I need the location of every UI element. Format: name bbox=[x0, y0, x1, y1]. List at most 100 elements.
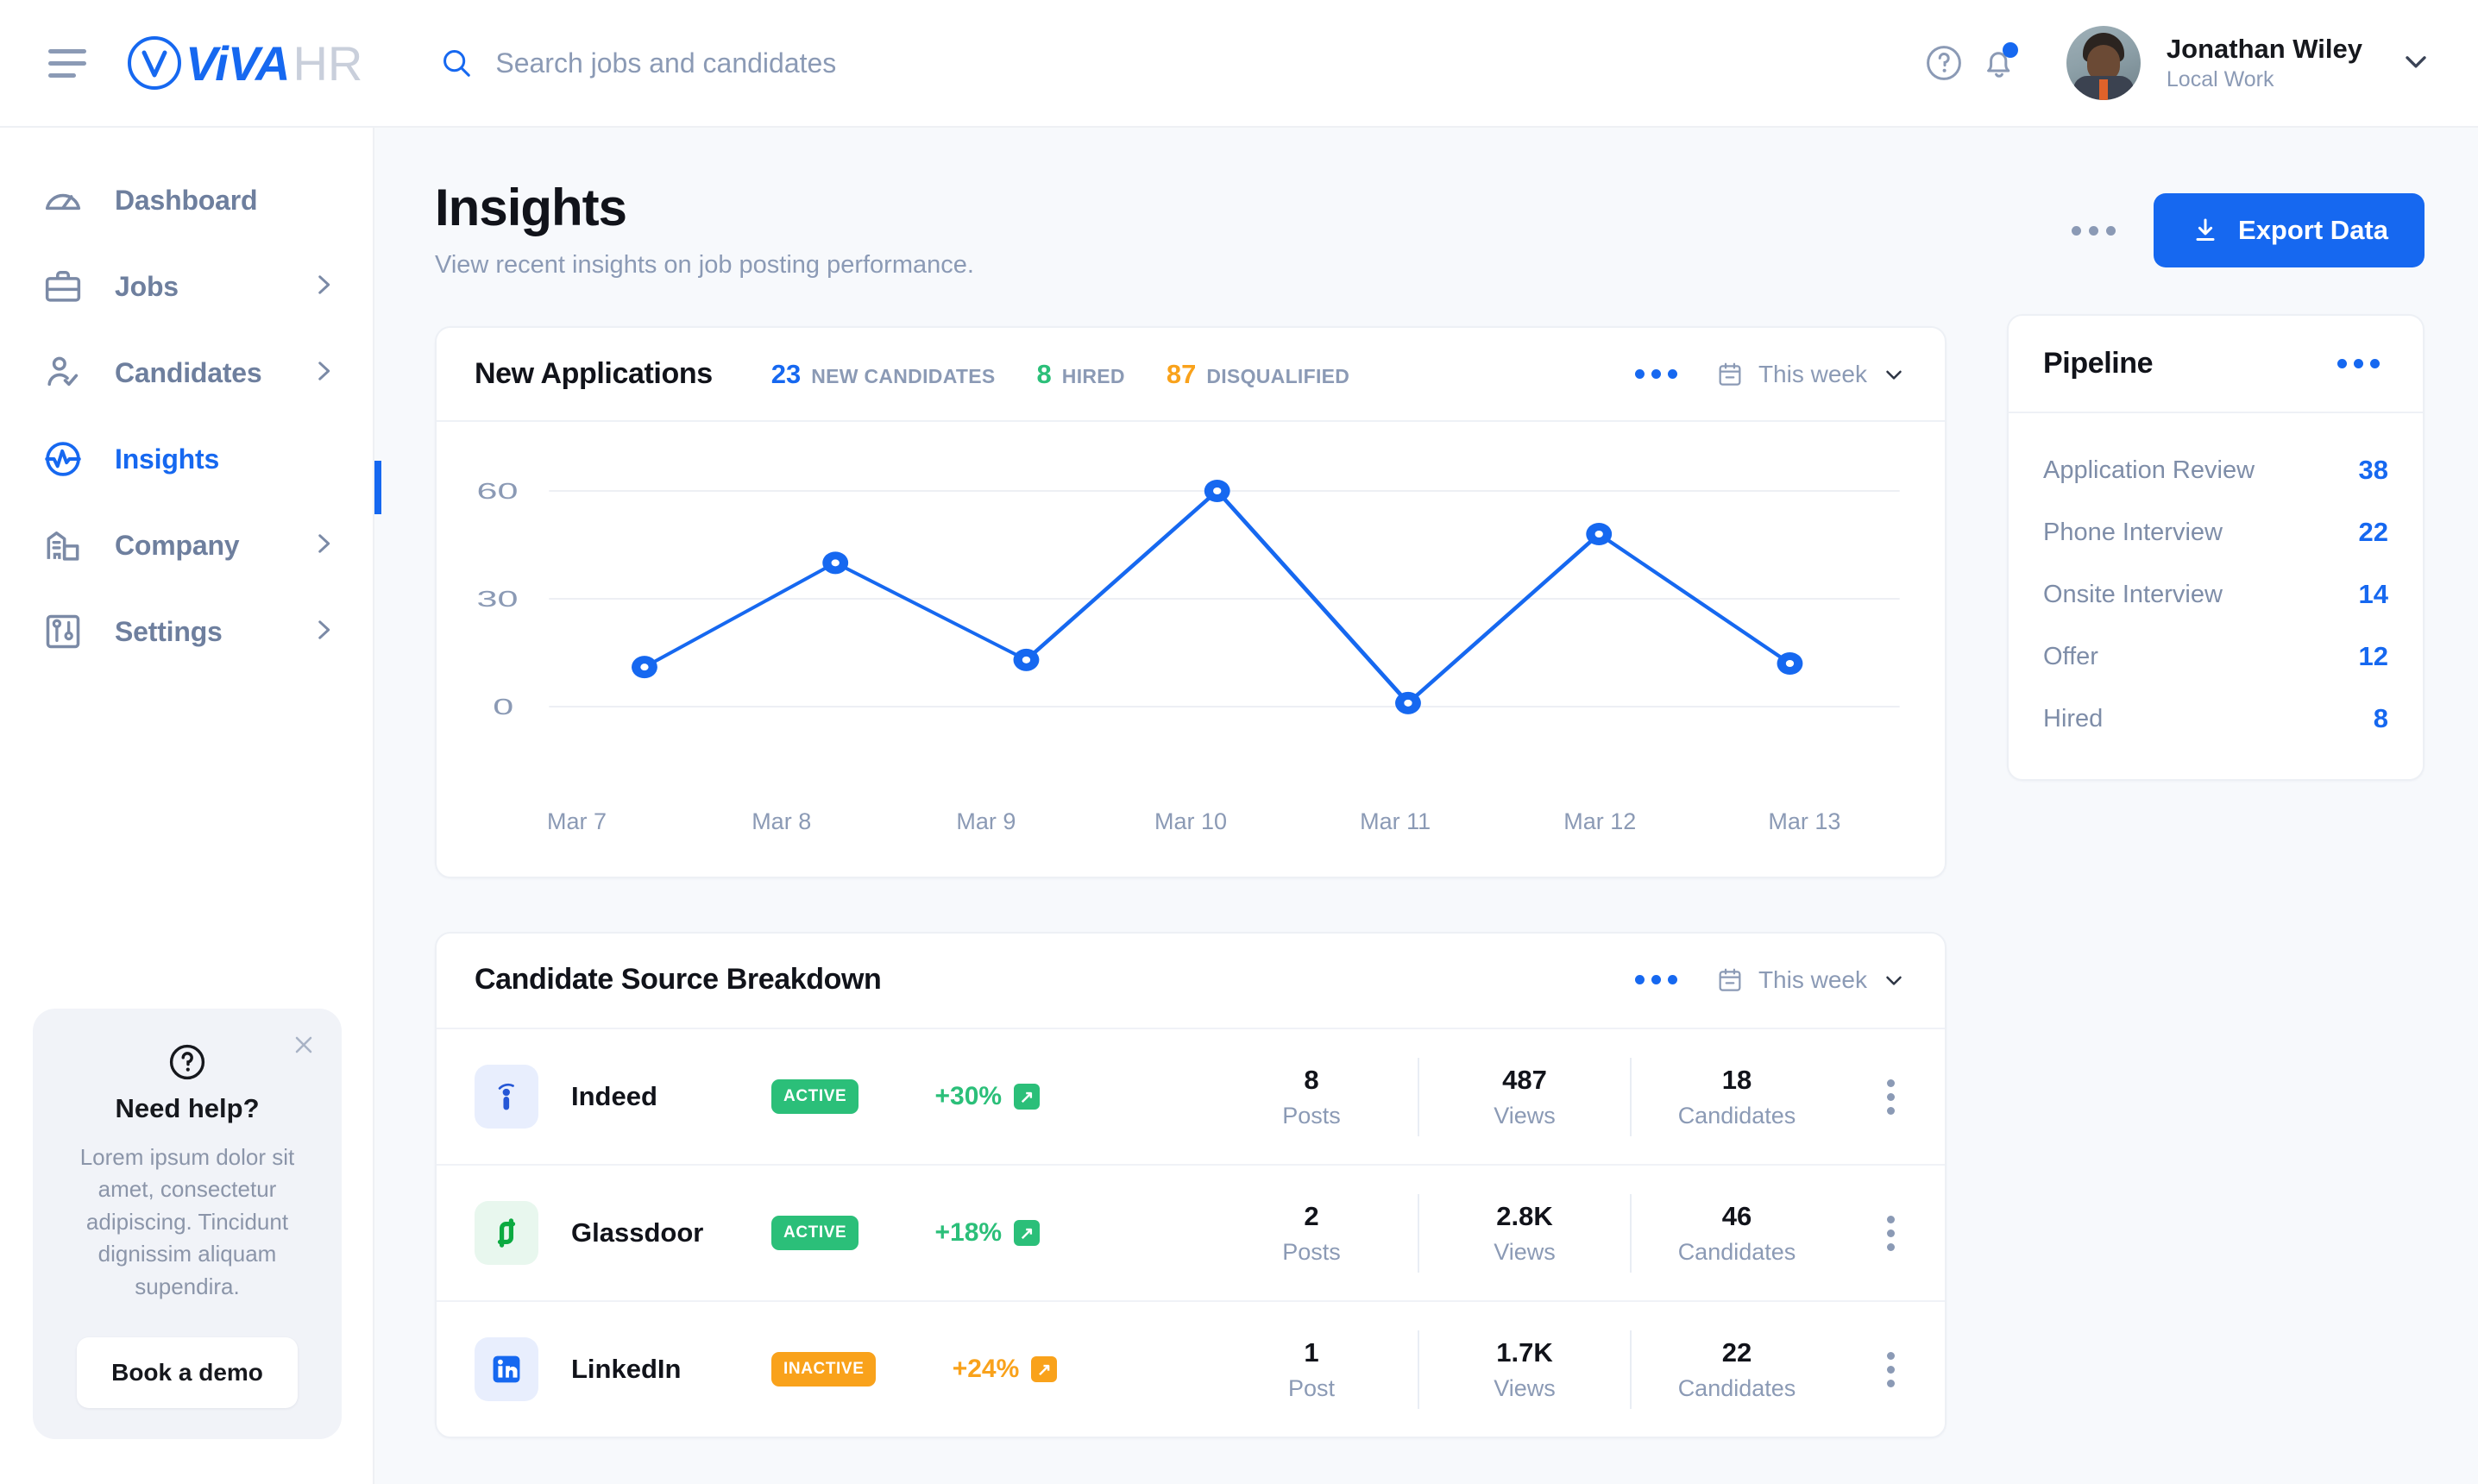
main-content: Insights View recent insights on job pos… bbox=[374, 128, 2478, 1484]
metric-label: Views bbox=[1419, 1375, 1630, 1402]
download-icon bbox=[2190, 215, 2221, 246]
metric-value: 2.8K bbox=[1419, 1201, 1630, 1232]
user-check-icon bbox=[41, 351, 85, 394]
pipeline-row-value: 22 bbox=[2359, 517, 2388, 548]
table-row[interactable]: Indeed ACTIVE +30% ↗ 8 Posts bbox=[437, 1028, 1945, 1164]
source-breakdown-header: Candidate Source Breakdown bbox=[437, 934, 1945, 1028]
chevron-down-icon bbox=[1881, 967, 1907, 993]
search-input[interactable] bbox=[495, 47, 1272, 79]
chevron-right-icon[interactable] bbox=[309, 270, 338, 304]
more-vertical-icon[interactable] bbox=[1875, 1343, 1907, 1396]
metric-value: 1 bbox=[1205, 1337, 1418, 1368]
chart-x-axis: Mar 7Mar 8Mar 9Mar 10Mar 11Mar 12Mar 13 bbox=[475, 808, 1907, 847]
svg-text:30: 30 bbox=[477, 587, 519, 612]
user-org: Local Work bbox=[2167, 67, 2362, 92]
search-icon bbox=[440, 47, 473, 79]
chevron-right-icon[interactable] bbox=[309, 529, 338, 563]
kpi-hired: 8 HIRED bbox=[1037, 359, 1125, 390]
building-icon bbox=[41, 524, 85, 567]
sidebar-item-settings[interactable]: Settings bbox=[0, 588, 373, 675]
more-vertical-icon[interactable] bbox=[1875, 1071, 1907, 1123]
trend-label: +18% bbox=[934, 1218, 1002, 1248]
pipeline-row[interactable]: Phone Interview22 bbox=[2043, 501, 2388, 563]
sidebar-item-company[interactable]: Company bbox=[0, 502, 373, 588]
chevron-right-icon[interactable] bbox=[309, 356, 338, 390]
hamburger-menu-icon[interactable] bbox=[48, 49, 86, 78]
kpi-value: 23 bbox=[771, 359, 801, 390]
main-right-column: Export Data Pipeline Application Review3… bbox=[2007, 178, 2425, 1484]
sidebar-item-dashboard[interactable]: Dashboard bbox=[0, 157, 373, 243]
metric-label: Views bbox=[1419, 1103, 1630, 1129]
chevron-right-icon[interactable] bbox=[309, 615, 338, 649]
global-search[interactable] bbox=[440, 47, 1916, 79]
active-page-indicator bbox=[374, 461, 381, 514]
top-bar: ViVA HR bbox=[0, 0, 2478, 128]
avatar[interactable] bbox=[2066, 26, 2141, 100]
arrow-up-right-icon: ↗ bbox=[1014, 1220, 1040, 1246]
chart-x-tick-label: Mar 10 bbox=[1088, 808, 1292, 835]
brand-logo[interactable]: ViVA HR bbox=[127, 35, 362, 91]
pipeline-row-value: 8 bbox=[2374, 703, 2388, 734]
metric-label: Posts bbox=[1205, 1103, 1418, 1129]
pipeline-row[interactable]: Application Review38 bbox=[2043, 439, 2388, 501]
help-card-body: Lorem ipsum dolor sit amet, consectetur … bbox=[59, 1141, 316, 1303]
table-row[interactable]: LinkedIn INACTIVE +24% ↗ 1 Post bbox=[437, 1300, 1945, 1437]
pipeline-card: Pipeline Application Review38Phone Inter… bbox=[2007, 314, 2425, 781]
candidate-source-breakdown-card: Candidate Source Breakdown bbox=[435, 932, 1947, 1438]
line-chart: 60 30 0 bbox=[475, 456, 1907, 795]
chevron-down-icon[interactable] bbox=[2399, 44, 2433, 83]
date-range-picker[interactable]: This week bbox=[1715, 965, 1907, 995]
chart-x-tick-label: Mar 9 bbox=[884, 808, 1088, 835]
page-subtitle: View recent insights on job posting perf… bbox=[435, 251, 974, 280]
date-range-picker[interactable]: This week bbox=[1715, 360, 1907, 389]
sidebar-item-insights[interactable]: Insights bbox=[0, 416, 373, 502]
sidebar-item-label: Settings bbox=[115, 616, 223, 648]
trend-value: +24% ↗ bbox=[905, 1355, 1104, 1384]
chevron-down-icon bbox=[1881, 362, 1907, 387]
row-metrics: 8 Posts 487 Views 18 Candidates bbox=[1205, 1058, 1842, 1136]
more-horizontal-icon[interactable] bbox=[2329, 347, 2388, 380]
pipeline-row[interactable]: Onsite Interview14 bbox=[2043, 563, 2388, 626]
kpi-value: 87 bbox=[1167, 359, 1196, 390]
metric-value: 46 bbox=[1632, 1201, 1842, 1232]
page-title: Insights bbox=[435, 178, 974, 237]
metric-views: 2.8K Views bbox=[1418, 1194, 1630, 1273]
pipeline-row-value: 12 bbox=[2359, 641, 2388, 672]
source-breakdown-tools: This week bbox=[1626, 963, 1907, 997]
chart-point-center bbox=[832, 559, 840, 566]
pipeline-row[interactable]: Hired8 bbox=[2043, 688, 2388, 750]
calendar-icon bbox=[1715, 360, 1745, 389]
source-name: LinkedIn bbox=[571, 1354, 771, 1385]
row-metrics: 2 Posts 2.8K Views 46 Candidates bbox=[1205, 1194, 1842, 1273]
bell-icon[interactable] bbox=[1972, 35, 2027, 91]
sidebar-item-label: Insights bbox=[115, 443, 219, 475]
kpi-label: HIRED bbox=[1062, 365, 1125, 388]
chart-series-line bbox=[645, 491, 1790, 703]
svg-text:0: 0 bbox=[493, 695, 513, 720]
metric-views: 487 Views bbox=[1418, 1058, 1630, 1136]
help-circle-icon[interactable] bbox=[1916, 35, 1972, 91]
sidebar-item-candidates[interactable]: Candidates bbox=[0, 330, 373, 416]
card-title: Pipeline bbox=[2043, 347, 2153, 380]
new-applications-card: New Applications 23 NEW CANDIDATES 8 HIR… bbox=[435, 326, 1947, 878]
arrow-up-right-icon: ↗ bbox=[1014, 1084, 1040, 1110]
table-row[interactable]: Glassdoor ACTIVE +18% ↗ 2 Posts bbox=[437, 1164, 1945, 1300]
metric-value: 487 bbox=[1419, 1065, 1630, 1096]
export-data-button[interactable]: Export Data bbox=[2154, 193, 2425, 267]
close-icon[interactable] bbox=[290, 1031, 318, 1063]
chart-y-ticks: 60 30 0 bbox=[477, 479, 519, 720]
chart-point-center bbox=[1786, 660, 1794, 667]
more-horizontal-icon[interactable] bbox=[1626, 963, 1686, 997]
export-data-label: Export Data bbox=[2238, 215, 2388, 246]
chart-x-tick-label: Mar 8 bbox=[679, 808, 884, 835]
status-badge: INACTIVE bbox=[771, 1352, 876, 1387]
sidebar-item-jobs[interactable]: Jobs bbox=[0, 243, 373, 330]
more-vertical-icon[interactable] bbox=[1875, 1207, 1907, 1260]
book-a-demo-button[interactable]: Book a demo bbox=[77, 1337, 298, 1408]
more-horizontal-icon[interactable] bbox=[2063, 214, 2124, 248]
user-info[interactable]: Jonathan Wiley Local Work bbox=[2167, 34, 2362, 93]
linkedin-logo-icon bbox=[475, 1337, 538, 1401]
indeed-logo-icon bbox=[475, 1065, 538, 1129]
more-horizontal-icon[interactable] bbox=[1626, 357, 1686, 391]
pipeline-row[interactable]: Offer12 bbox=[2043, 626, 2388, 688]
